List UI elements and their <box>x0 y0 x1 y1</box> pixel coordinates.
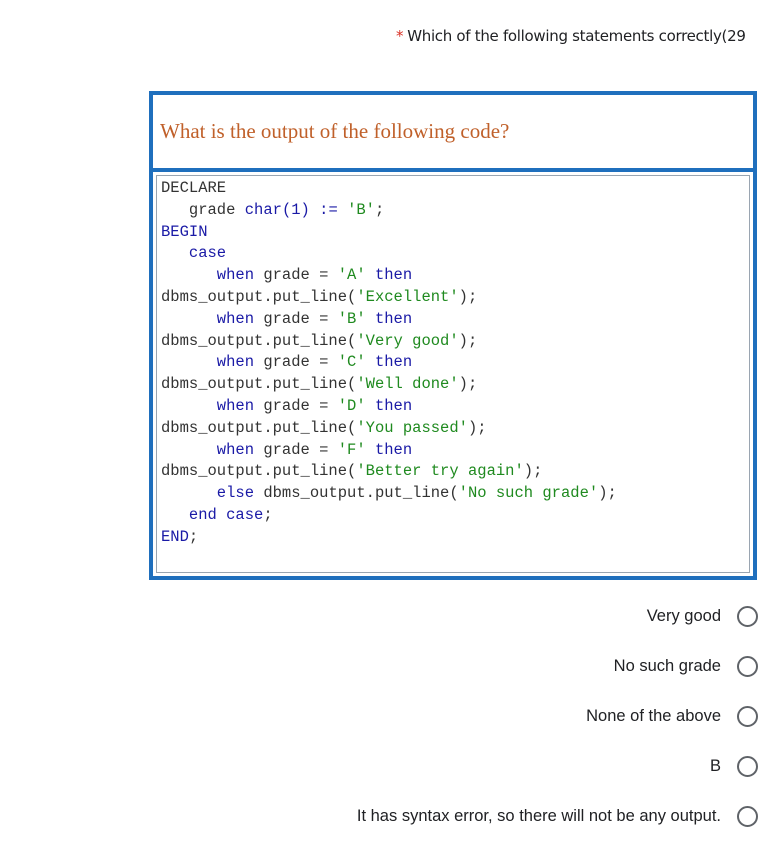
option-very-good[interactable]: Very good <box>647 604 758 628</box>
code-line: case <box>161 243 617 265</box>
radio-button[interactable] <box>737 605 758 627</box>
code-token: := <box>319 200 348 219</box>
option-label: B <box>709 756 721 775</box>
code-token: then <box>365 353 413 372</box>
code-token: 'Better try again' <box>356 462 524 481</box>
code-token: grade = <box>263 309 338 328</box>
code-token: case <box>161 244 227 263</box>
radio-button[interactable] <box>737 755 758 777</box>
code-token: dbms_output.put_line( <box>161 418 357 437</box>
code-token: 'C' <box>337 353 366 372</box>
code-line: DECLARE <box>161 178 617 200</box>
option-none-of-the-above[interactable]: None of the above <box>586 704 758 728</box>
code-token: 'Very good' <box>356 331 459 350</box>
code-token: BEGIN <box>161 222 208 241</box>
code-token: 'You passed' <box>356 418 468 437</box>
code-line: when grade = 'F' then <box>161 440 617 462</box>
code-token: DECLARE <box>161 179 227 197</box>
code-line: when grade = 'C' then <box>161 352 617 374</box>
code-token: 'D' <box>337 396 366 415</box>
radio-button[interactable] <box>737 805 758 827</box>
code-token: when <box>161 396 264 415</box>
option-label: No such grade <box>613 656 721 675</box>
code-token: dbms_output.put_line( <box>161 331 357 350</box>
question-text: Which of the following statements correc… <box>407 27 746 45</box>
code-token: dbms_output.put_line( <box>161 287 357 306</box>
option-label: None of the above <box>586 706 721 725</box>
code-token: dbms_output.put_line( <box>161 375 357 394</box>
required-marker: * <box>396 27 404 45</box>
code-token: dbms_output.put_line( <box>263 484 459 503</box>
code-token: grade <box>161 200 245 219</box>
option-syntax-error[interactable]: It has syntax error, so there will not b… <box>357 804 758 828</box>
code-token: when <box>161 266 264 285</box>
code-token: ); <box>458 287 478 306</box>
code-token: end case <box>161 505 264 524</box>
code-image: What is the output of the following code… <box>149 91 757 580</box>
code-token: ; <box>263 505 273 524</box>
code-token: 'B' <box>337 309 366 328</box>
code-token: ); <box>458 331 478 350</box>
code-title-box: What is the output of the following code… <box>153 95 753 172</box>
code-block: DECLARE grade char(1) := 'B'; BEGIN case … <box>161 178 617 549</box>
code-token: 'Well done' <box>356 375 459 394</box>
radio-button[interactable] <box>737 655 758 677</box>
code-token: then <box>365 309 413 328</box>
code-token: ); <box>458 375 478 394</box>
code-token: when <box>161 353 264 372</box>
code-line: END; <box>161 527 617 549</box>
code-token: 'Excellent' <box>356 287 459 306</box>
option-label: It has syntax error, so there will not b… <box>356 806 721 825</box>
code-token: 'F' <box>337 440 366 459</box>
code-token: (1) <box>281 200 320 219</box>
code-title: What is the output of the following code… <box>160 119 510 143</box>
code-token: END <box>161 527 189 546</box>
code-line: dbms_output.put_line('Excellent'); <box>161 287 617 309</box>
code-line: BEGIN <box>161 222 617 244</box>
code-token: ); <box>523 462 543 481</box>
code-line: else dbms_output.put_line('No such grade… <box>161 483 617 505</box>
code-token: when <box>161 440 264 459</box>
code-token: 'B' <box>347 200 375 219</box>
radio-button[interactable] <box>737 705 758 727</box>
code-line: dbms_output.put_line('Very good'); <box>161 331 617 353</box>
code-token: char <box>244 200 282 219</box>
code-line: grade char(1) := 'B'; <box>161 200 617 222</box>
code-line: when grade = 'A' then <box>161 265 617 287</box>
option-b[interactable]: B <box>710 754 758 778</box>
code-token: dbms_output.put_line( <box>161 462 357 481</box>
code-line: dbms_output.put_line('You passed'); <box>161 418 617 440</box>
code-panel: DECLARE grade char(1) := 'B'; BEGIN case … <box>156 175 750 573</box>
option-label: Very good <box>646 606 721 625</box>
code-line: when grade = 'D' then <box>161 396 617 418</box>
code-line: dbms_output.put_line('Well done'); <box>161 374 617 396</box>
code-token: else <box>161 484 264 503</box>
code-token: ); <box>598 484 617 503</box>
code-token: 'A' <box>337 266 366 285</box>
code-token: 'No such grade' <box>458 484 599 503</box>
option-no-such-grade[interactable]: No such grade <box>614 654 758 678</box>
question-title: * Which of the following statements corre… <box>396 27 746 45</box>
code-token: then <box>365 396 413 415</box>
code-token: when <box>161 309 264 328</box>
code-token: ); <box>467 418 487 437</box>
code-token: grade = <box>263 440 338 459</box>
code-line: dbms_output.put_line('Better try again')… <box>161 461 617 483</box>
code-token: ; <box>188 527 199 546</box>
code-line: when grade = 'B' then <box>161 309 617 331</box>
code-line: end case; <box>161 505 617 527</box>
code-token: then <box>365 266 413 285</box>
code-token: grade = <box>263 353 338 372</box>
code-token: ; <box>374 200 385 219</box>
code-token: grade = <box>263 396 338 415</box>
code-token: grade = <box>263 266 338 285</box>
code-token: then <box>365 440 413 459</box>
